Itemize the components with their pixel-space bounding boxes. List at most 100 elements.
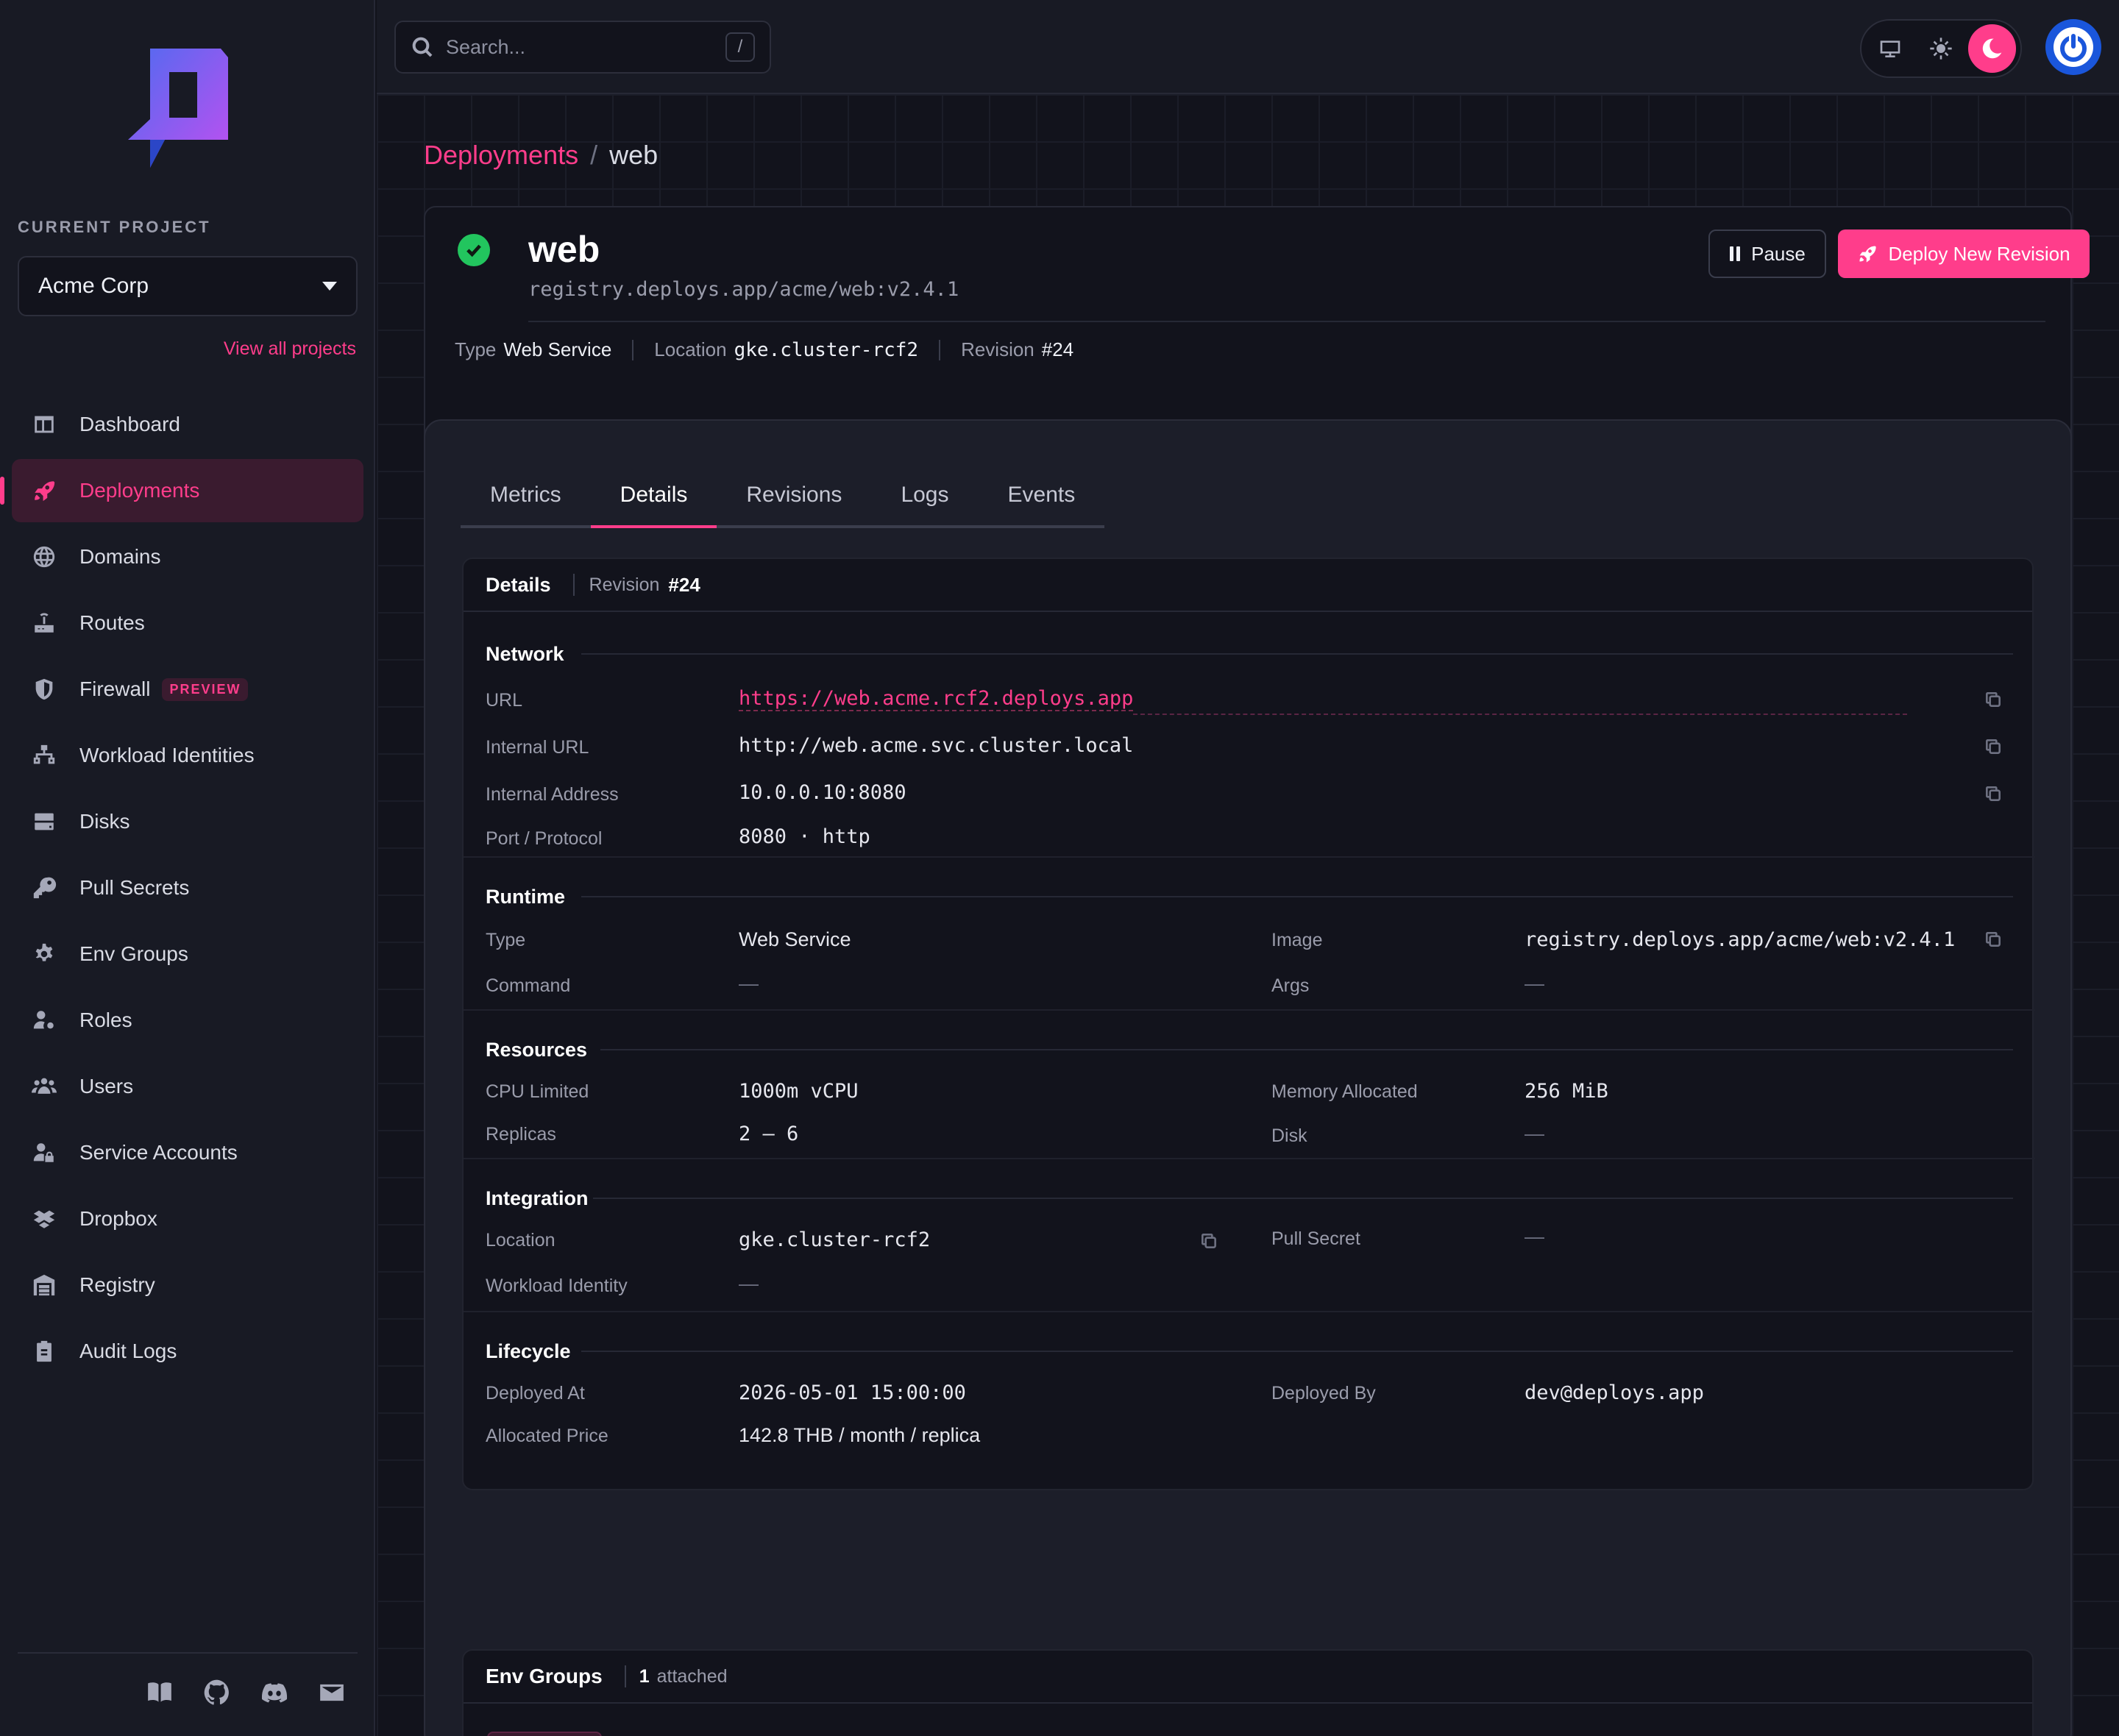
power-icon	[2054, 27, 2093, 67]
project-select[interactable]: Acme Corp	[18, 256, 358, 316]
project-name: Acme Corp	[38, 274, 149, 298]
deployment-image: registry.deploys.app/acme/web:v2.4.1	[528, 278, 959, 301]
sidebar-item-label: Audit Logs	[79, 1340, 177, 1362]
sidebar-item-workload-identities[interactable]: Workload Identities	[12, 724, 363, 787]
sidebar-item-dropbox[interactable]: Dropbox	[12, 1187, 363, 1251]
internal-url-value: http://web.acme.svc.cluster.local	[739, 734, 1134, 757]
details-revision-value: #24	[668, 573, 700, 596]
view-all-projects-link[interactable]: View all projects	[224, 338, 356, 360]
search-input[interactable]	[446, 35, 725, 59]
preview-badge: PREVIEW	[162, 677, 249, 701]
url-value-link[interactable]: https://web.acme.rcf2.deploys.app	[739, 687, 1134, 711]
sidebar-item-audit-logs[interactable]: Audit Logs	[12, 1320, 363, 1383]
tab-revisions[interactable]: Revisions	[717, 465, 871, 525]
github-icon[interactable]	[203, 1679, 231, 1712]
memory-value: 256 MiB	[1525, 1080, 1608, 1103]
pull-secret-label: Pull Secret	[1271, 1228, 1360, 1249]
copy-icon[interactable]	[1984, 690, 2003, 709]
sidebar-item-registry[interactable]: Registry	[12, 1253, 363, 1317]
sidebar-item-label: Roles	[79, 1008, 132, 1031]
tab-logs[interactable]: Logs	[871, 465, 978, 525]
env-groups-count-label: attached	[656, 1665, 728, 1687]
sidebar-item-disks[interactable]: Disks	[12, 790, 363, 853]
divider	[939, 339, 941, 360]
args-label: Args	[1271, 975, 1310, 996]
sun-icon[interactable]	[1917, 24, 1964, 73]
pause-button[interactable]: Pause	[1708, 230, 1826, 278]
args-value: —	[1525, 972, 1544, 995]
disk-value: —	[1525, 1123, 1544, 1145]
breadcrumb-deployments-link[interactable]: Deployments	[424, 140, 578, 171]
deployed-at-value: 2026-05-01 15:00:00	[739, 1381, 966, 1404]
router-icon	[31, 610, 57, 636]
sidebar-item-label: Pull Secrets	[79, 876, 190, 899]
breadcrumb: Deployments / web	[424, 140, 658, 171]
replicas-label: Replicas	[486, 1124, 556, 1145]
port-protocol-value: 8080 · http	[739, 825, 870, 848]
caret-down-icon	[322, 282, 337, 291]
copy-icon[interactable]	[1984, 930, 2003, 949]
tab-metrics[interactable]: Metrics	[461, 465, 591, 525]
meta-type-label: Type	[455, 338, 497, 360]
network-section: Network URL https://web.acme.rcf2.deploy…	[464, 613, 2035, 858]
replicas-value: 2 – 6	[739, 1123, 799, 1145]
sidebar-item-users[interactable]: Users	[12, 1055, 363, 1118]
runtime-type-label: Type	[486, 930, 526, 950]
moon-icon[interactable]	[1967, 24, 2016, 73]
clipboard-icon	[31, 1338, 57, 1365]
sidebar-item-label: Dropbox	[79, 1207, 157, 1230]
sidebar-item-firewall[interactable]: Firewall PREVIEW	[12, 658, 363, 721]
section-title: Integration	[486, 1187, 589, 1209]
deployed-by-label: Deployed By	[1271, 1383, 1376, 1404]
discord-icon[interactable]	[260, 1679, 288, 1712]
image-value: registry.deploys.app/acme/web:v2.4.1	[1525, 928, 1956, 951]
sidebar-item-dashboard[interactable]: Dashboard	[12, 393, 363, 456]
integration-location-value: gke.cluster-rcf2	[739, 1228, 931, 1251]
breadcrumb-separator: /	[590, 140, 598, 170]
sidebar-item-env-groups[interactable]: Env Groups	[12, 922, 363, 986]
workload-identity-value: —	[739, 1273, 759, 1295]
breadcrumb-current: web	[609, 140, 659, 170]
sidebar-item-pull-secrets[interactable]: Pull Secrets	[12, 856, 363, 919]
sidebar-item-service-accounts[interactable]: Service Accounts	[12, 1121, 363, 1184]
sidebar-item-label: Service Accounts	[79, 1141, 238, 1164]
deploy-new-revision-button[interactable]: Deploy New Revision	[1838, 230, 2090, 278]
book-icon[interactable]	[146, 1679, 174, 1712]
integration-section: Integration Location gke.cluster-rcf2 Pu…	[464, 1159, 2035, 1312]
sidebar-item-domains[interactable]: Domains	[12, 525, 363, 588]
sidebar-item-deployments[interactable]: Deployments	[0, 459, 363, 522]
workload-identity-label: Workload Identity	[486, 1276, 628, 1296]
sidebar-item-roles[interactable]: Roles	[12, 989, 363, 1052]
brand-logo[interactable]	[128, 46, 231, 168]
internal-address-label: Internal Address	[486, 784, 619, 805]
copy-icon[interactable]	[1984, 784, 2003, 803]
divider	[624, 1665, 626, 1687]
avatar[interactable]	[2045, 19, 2101, 75]
current-project-label: CURRENT PROJECT	[18, 218, 211, 236]
tab-details[interactable]: Details	[590, 465, 717, 528]
sidebar: CURRENT PROJECT Acme Corp View all proje…	[0, 0, 375, 1736]
divider	[528, 321, 2045, 322]
env-groups-header: Env Groups 1 attached	[464, 1651, 2032, 1704]
sidebar-nav: Dashboard Deployments Domains Routes Fir…	[0, 393, 363, 1386]
sidebar-item-label: Workload Identities	[79, 744, 255, 766]
monitor-icon[interactable]	[1866, 24, 1914, 73]
env-groups-title: Env Groups	[486, 1665, 603, 1687]
command-value: —	[739, 972, 759, 995]
env-group-chip[interactable]: shared	[487, 1732, 603, 1736]
integration-location-label: Location	[486, 1230, 556, 1251]
sidebar-item-label: Users	[79, 1075, 134, 1098]
port-protocol-label: Port / Protocol	[486, 828, 603, 849]
mail-icon[interactable]	[318, 1679, 346, 1712]
section-title: Runtime	[486, 886, 565, 908]
sidebar-item-label: Firewall	[79, 677, 151, 700]
tab-events[interactable]: Events	[979, 465, 1105, 525]
sidebar-item-routes[interactable]: Routes	[12, 591, 363, 655]
copy-icon[interactable]	[1984, 737, 2003, 756]
meta-revision-value: #24	[1041, 338, 1074, 360]
warehouse-icon	[31, 1272, 57, 1298]
resources-section: Resources CPU Limited 1000m vCPU Memory …	[464, 1011, 2035, 1159]
deployed-by-value: dev@deploys.app	[1525, 1381, 1704, 1404]
search-box[interactable]: /	[394, 21, 771, 74]
copy-icon[interactable]	[1199, 1231, 1218, 1251]
